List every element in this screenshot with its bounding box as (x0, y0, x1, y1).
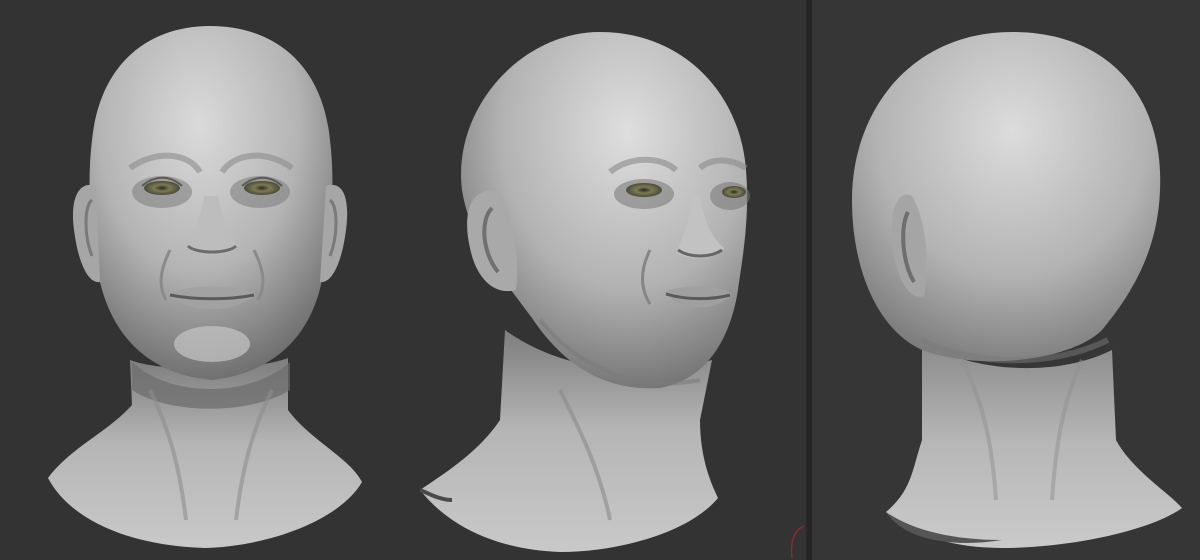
back-head-shape (852, 32, 1161, 362)
zbrush-render-sheet (0, 0, 1200, 560)
threequarter-eye-near (626, 183, 662, 197)
threequarter-eye-far (722, 186, 746, 198)
front-eye-left (144, 181, 180, 195)
head-back-view (852, 32, 1182, 548)
viewport-left (0, 0, 806, 560)
corner-mark-icon (790, 525, 805, 559)
head-renders-left (48, 26, 750, 552)
head-front-view (48, 26, 362, 548)
back-neck-base (886, 340, 1182, 548)
front-eye-right (244, 181, 280, 195)
head-render-right (852, 32, 1182, 548)
viewport-right (812, 0, 1200, 560)
front-neck-base (48, 358, 362, 548)
head-three-quarter-view (419, 32, 750, 552)
